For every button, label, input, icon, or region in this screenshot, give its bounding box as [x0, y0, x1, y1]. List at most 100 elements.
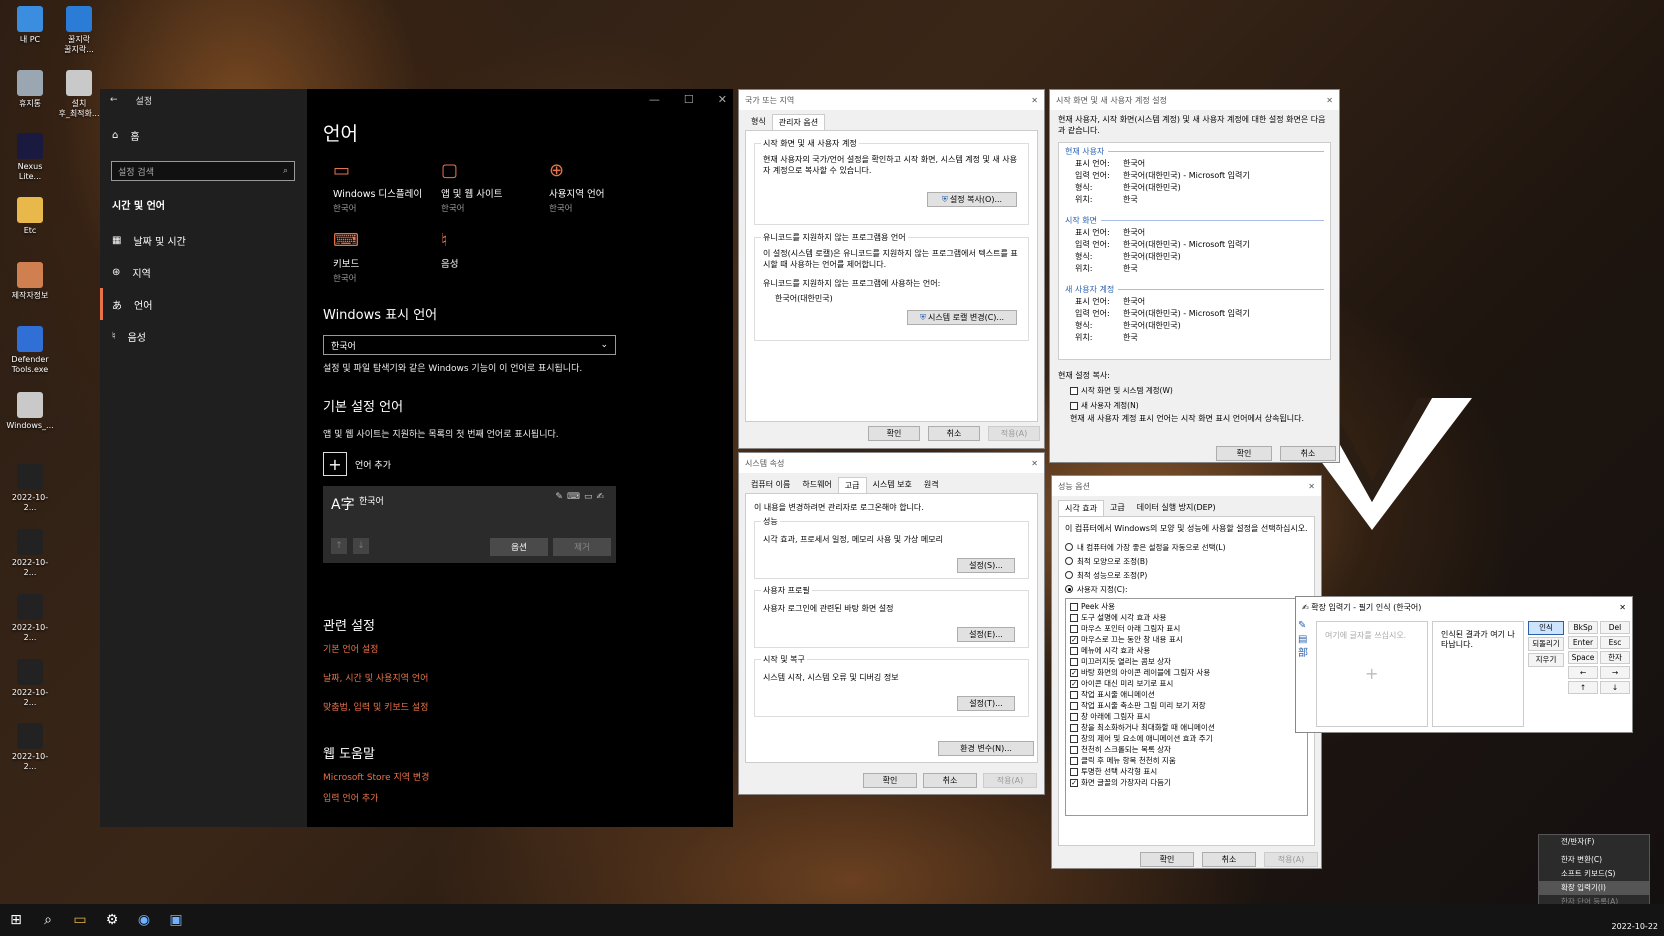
- desktop-icon[interactable]: 꿀지락 꿀지락...: [55, 6, 103, 55]
- cancel-button[interactable]: 취소: [1202, 852, 1256, 867]
- language-list-item[interactable]: A字 한국어 ✎⌨▭✍ ↑ ↓ 옵션 제거: [323, 486, 616, 563]
- cancel-button[interactable]: 취소: [1280, 446, 1336, 461]
- apply-button[interactable]: 적용(A): [988, 426, 1040, 441]
- ime-key[interactable]: ↑: [1568, 681, 1598, 694]
- desktop-icon[interactable]: Windows_...: [6, 392, 54, 431]
- tab[interactable]: 원격: [918, 477, 945, 493]
- effect-checkbox[interactable]: 미끄러지듯 열리는 콤보 상자: [1070, 656, 1303, 667]
- cancel-button[interactable]: 취소: [928, 426, 980, 441]
- apply-button[interactable]: 적용(A): [1264, 852, 1318, 867]
- ime-menu-item[interactable]: 한자 변환(C): [1539, 853, 1649, 867]
- move-up-icon[interactable]: ↑: [331, 538, 347, 554]
- system-icon[interactable]: ▣: [160, 904, 192, 936]
- desktop-icon[interactable]: 2022-10-2...: [6, 723, 54, 772]
- minimize-icon[interactable]: —: [649, 93, 660, 106]
- ok-button[interactable]: 확인: [868, 426, 920, 441]
- remove-button[interactable]: 제거: [553, 538, 611, 556]
- checkbox-welcome[interactable]: 시작 화면 및 시스템 계정(W): [1070, 383, 1339, 398]
- ime-menu-item[interactable]: 확장 입력기(I): [1539, 881, 1649, 895]
- tab-admin[interactable]: 관리자 옵션: [771, 114, 826, 130]
- ok-button[interactable]: 확인: [863, 773, 917, 788]
- close-icon[interactable]: ✕: [1308, 482, 1315, 491]
- nav-home[interactable]: ⌂ 홈: [100, 119, 307, 151]
- ime-key[interactable]: Space: [1568, 651, 1598, 664]
- ime-key[interactable]: Enter: [1568, 636, 1598, 649]
- desktop-icon[interactable]: 2022-10-2...: [6, 464, 54, 513]
- close-icon[interactable]: ✕: [1031, 96, 1038, 105]
- close-icon[interactable]: ✕: [1619, 603, 1626, 612]
- tile-microphone[interactable]: ♮ 음성: [431, 230, 539, 290]
- desktop-icon[interactable]: 휴지통: [6, 70, 54, 109]
- profile-settings-button[interactable]: 설정(E)...: [957, 627, 1015, 642]
- move-down-icon[interactable]: ↓: [353, 538, 369, 554]
- effect-checkbox[interactable]: 클릭 후 메뉴 항목 천천히 지움: [1070, 755, 1303, 766]
- startup-settings-button[interactable]: 설정(T)...: [957, 696, 1015, 711]
- desktop-icon[interactable]: 설치 후_최적화...: [55, 70, 103, 119]
- effect-checkbox[interactable]: Peek 사용: [1070, 601, 1303, 612]
- tab[interactable]: 하드웨어: [796, 477, 837, 493]
- ok-button[interactable]: 확인: [1140, 852, 1194, 867]
- tile-monitor[interactable]: ▭ Windows 디스플레이 한국어: [323, 160, 431, 220]
- related-link[interactable]: 날짜, 시간 및 사용지역 언어: [323, 671, 733, 684]
- settings-gear-icon[interactable]: ⚙: [96, 904, 128, 936]
- ime-action-button[interactable]: 지우기: [1528, 653, 1564, 667]
- search-icon[interactable]: ⌕: [32, 904, 64, 936]
- apply-button[interactable]: 적용(A): [983, 773, 1037, 788]
- desktop-icon[interactable]: 2022-10-2...: [6, 529, 54, 578]
- tile-window[interactable]: ▢ 앱 및 웹 사이트 한국어: [431, 160, 539, 220]
- desktop-icon[interactable]: 제작자정보: [6, 262, 54, 301]
- desktop-icon[interactable]: Nexus Lite...: [6, 133, 54, 182]
- change-locale-button[interactable]: ⛨ 시스템 로캘 변경(C)...: [907, 310, 1017, 325]
- related-link[interactable]: 맞춤법, 입력 및 키보드 설정: [323, 700, 733, 713]
- close-icon[interactable]: ✕: [1031, 459, 1038, 468]
- env-vars-button[interactable]: 환경 변수(N)...: [938, 741, 1034, 756]
- nav-language[interactable]: あ 언어: [100, 288, 307, 320]
- close-icon[interactable]: ✕: [718, 93, 727, 106]
- effect-checkbox[interactable]: 창 아래에 그림자 표시: [1070, 711, 1303, 722]
- radio-option[interactable]: 내 컴퓨터에 가장 좋은 설정을 자동으로 선택(L): [1065, 540, 1308, 554]
- ime-key[interactable]: ↓: [1600, 681, 1630, 694]
- tile-globe[interactable]: ⊕ 사용지역 언어 한국어: [539, 160, 647, 220]
- radio-option[interactable]: 사용자 지정(C):: [1065, 582, 1308, 596]
- ime-mode-icons[interactable]: ✎ ▤ 部: [1298, 619, 1312, 661]
- ime-key[interactable]: ←: [1568, 666, 1598, 679]
- desktop-icon[interactable]: Etc: [6, 197, 54, 236]
- effect-checkbox[interactable]: 창의 제어 및 요소에 애니메이션 효과 주기: [1070, 733, 1303, 744]
- file-explorer-icon[interactable]: ▭: [64, 904, 96, 936]
- handwriting-pad[interactable]: 여기에 글자를 쓰십시오. +: [1316, 621, 1428, 727]
- ime-key[interactable]: Esc: [1600, 636, 1630, 649]
- close-icon[interactable]: ✕: [1326, 96, 1333, 105]
- radio-option[interactable]: 최적 모양으로 조정(B): [1065, 554, 1308, 568]
- effect-checkbox[interactable]: ✓ 마우스로 끄는 동안 창 내용 표시: [1070, 634, 1303, 645]
- effect-checkbox[interactable]: 투명한 선택 사각형 표시: [1070, 766, 1303, 777]
- checkbox-new-user[interactable]: 새 사용자 계정(N): [1070, 398, 1339, 413]
- tab-format[interactable]: 형식: [745, 114, 772, 130]
- nav-region[interactable]: ⊛ 지역: [100, 256, 307, 288]
- tab[interactable]: 데이터 실행 방지(DEP): [1131, 500, 1222, 516]
- ok-button[interactable]: 확인: [1216, 446, 1272, 461]
- tab[interactable]: 고급: [1104, 500, 1131, 516]
- nav-date-time[interactable]: ▦ 날짜 및 시간: [100, 224, 307, 256]
- ime-action-button[interactable]: 되돌리기: [1528, 637, 1564, 651]
- tab[interactable]: 고급: [837, 477, 867, 493]
- desktop-icon[interactable]: Defender Tools.exe: [6, 326, 54, 375]
- options-button[interactable]: 옵션: [490, 538, 548, 556]
- perf-settings-button[interactable]: 설정(S)...: [957, 558, 1015, 573]
- effect-checkbox[interactable]: 메뉴에 시각 효과 사용: [1070, 645, 1303, 656]
- back-arrow-icon[interactable]: ←: [110, 95, 118, 105]
- start-icon[interactable]: ⊞: [0, 904, 32, 936]
- ime-action-button[interactable]: 인식: [1528, 621, 1564, 635]
- effects-list[interactable]: Peek 사용 도구 설명에 시각 효과 사용 마우스 포인터 아래 그림자 표시 ✓…: [1065, 598, 1308, 816]
- effect-checkbox[interactable]: 작업 표시줄 축소판 그림 미리 보기 저장: [1070, 700, 1303, 711]
- nav-speech[interactable]: ♮ 음성: [100, 320, 307, 352]
- cancel-button[interactable]: 취소: [923, 773, 977, 788]
- effect-checkbox[interactable]: 마우스 포인터 아래 그림자 표시: [1070, 623, 1303, 634]
- ime-menu-item[interactable]: 전/반자(F): [1539, 835, 1649, 849]
- effect-checkbox[interactable]: 천천히 스크롤되는 목록 상자: [1070, 744, 1303, 755]
- related-link[interactable]: 기본 언어 설정: [323, 642, 733, 655]
- ime-menu-item[interactable]: 소프트 키보드(S): [1539, 867, 1649, 881]
- help-link[interactable]: Microsoft Store 지역 변경: [323, 770, 733, 783]
- settings-search-input[interactable]: 설정 검색 ⌕: [111, 161, 295, 181]
- desktop-icon[interactable]: 2022-10-2...: [6, 594, 54, 643]
- desktop-icon[interactable]: 내 PC: [6, 6, 54, 45]
